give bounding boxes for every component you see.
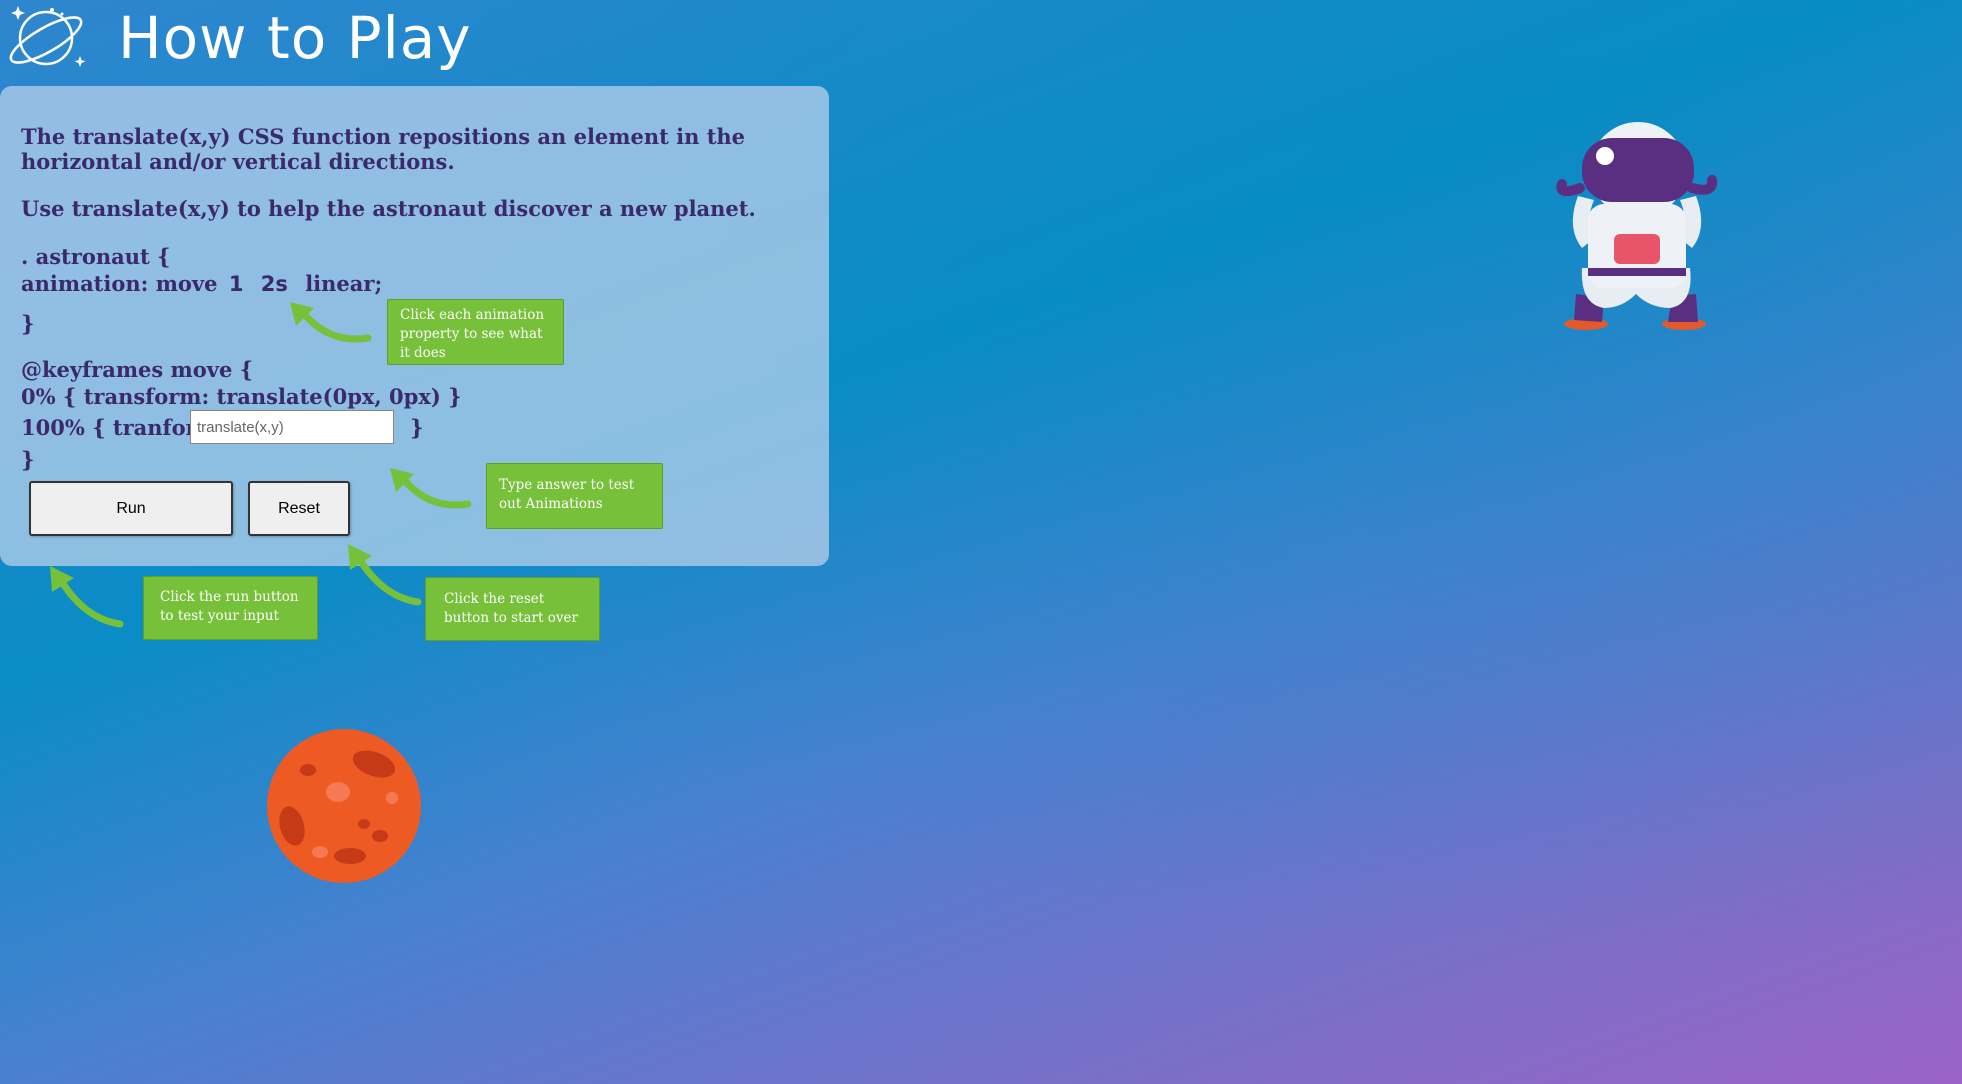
curved-arrow-icon [348,544,422,606]
code-keyframe-start: 0% { transform: translate(0px, 0px) } [21,384,462,409]
curved-arrow-icon [50,566,124,628]
code-animation-line: animation: move 1 2s linear; [21,270,382,298]
animation-iterations-property[interactable]: 1 [229,272,244,296]
answer-input[interactable] [190,410,394,444]
animation-duration-property[interactable]: 2s [261,272,288,296]
planet-icon [267,729,421,883]
code-keyframe-end-suffix: } [410,415,424,440]
run-button[interactable]: Run [29,481,233,536]
reset-button[interactable]: Reset [248,481,350,536]
animation-timing-property[interactable]: linear; [305,271,382,296]
page-title: How to Play [118,4,472,72]
code-selector-close: } [21,311,35,336]
animation-prefix: animation: move [21,271,218,296]
tip-animation-property: Click each animation property to see wha… [387,299,564,365]
tip-run-button: Click the run button to test your input [143,576,318,640]
astronaut-icon [1556,122,1718,330]
code-keyframes-open: @keyframes move { [21,357,254,382]
task-text: Use translate(x,y) to help the astronaut… [21,196,756,221]
tip-reset-button: Click the reset button to start over [425,577,600,641]
curved-arrow-icon [390,468,472,509]
curved-arrow-icon [290,302,372,343]
planet-logo-icon [9,6,86,67]
code-keyframes-close: } [21,447,35,472]
tip-type-answer: Type answer to test out Animations [486,463,663,529]
description-text: The translate(x,y) CSS function repositi… [21,124,746,174]
code-selector-open: . astronaut { [21,244,171,269]
